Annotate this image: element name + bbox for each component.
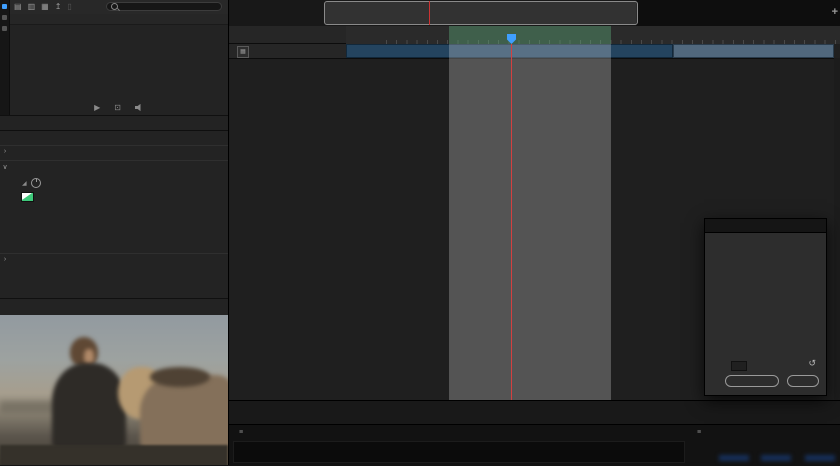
new-content-icon[interactable]: ▦ bbox=[41, 3, 49, 11]
navigator-move-icon[interactable]: + bbox=[832, 6, 838, 18]
clip-color-row bbox=[17, 192, 245, 202]
hue-input[interactable] bbox=[731, 361, 747, 371]
editor-toolbar bbox=[229, 26, 346, 44]
dialog-title bbox=[705, 219, 826, 233]
horse-mane bbox=[150, 367, 210, 387]
rail-icon-active[interactable] bbox=[2, 4, 7, 9]
export-icon[interactable]: ⊡ bbox=[114, 103, 121, 112]
levels-meter bbox=[233, 441, 685, 463]
gain-knob[interactable] bbox=[31, 178, 41, 188]
video-clip-tail[interactable] bbox=[673, 44, 834, 58]
import-icon[interactable]: ▥ bbox=[28, 3, 36, 11]
foreground-grass bbox=[0, 445, 228, 465]
man-body bbox=[52, 363, 126, 449]
video-track-row: ▦ bbox=[229, 44, 840, 59]
cancel-button[interactable] bbox=[725, 375, 779, 387]
video-track-header: ▦ bbox=[229, 44, 346, 58]
history-video-tabs bbox=[0, 298, 228, 316]
properties-panel: › ∨ ◢ › bbox=[0, 130, 228, 299]
search-icon bbox=[111, 3, 118, 10]
selection-view-panel: ≡ bbox=[697, 429, 837, 446]
preview-play-button[interactable]: ▶ bbox=[94, 103, 100, 112]
section-info[interactable]: › bbox=[0, 148, 228, 155]
chevron-right-icon: › bbox=[0, 148, 10, 155]
clip-gain-row: ◢ bbox=[18, 178, 246, 188]
bottom-panels: ≡ ≡ bbox=[229, 424, 840, 466]
upload-icon[interactable]: ↥ bbox=[55, 3, 62, 11]
selection-end-value bbox=[761, 455, 791, 461]
reset-icon[interactable]: ↺ bbox=[808, 358, 816, 369]
track-color-dialog: ↺ bbox=[704, 218, 827, 396]
panel-menu-icon[interactable]: ≡ bbox=[697, 429, 701, 436]
files-mini-transport: ▶ ⊡ bbox=[10, 101, 228, 114]
search-input[interactable] bbox=[106, 2, 222, 11]
vertical-scrollbar[interactable] bbox=[834, 58, 840, 400]
chevron-down-icon: ∨ bbox=[0, 163, 10, 171]
timeline-ruler[interactable] bbox=[346, 26, 840, 45]
navigator-playhead bbox=[429, 1, 430, 25]
film-icon[interactable]: ▦ bbox=[237, 46, 249, 58]
navigator-viewport[interactable] bbox=[324, 1, 638, 25]
files-panel: ▤ ▥ ▦ ↥ ▯ ▶ ⊡ bbox=[10, 0, 228, 115]
transport-bar bbox=[229, 400, 840, 425]
section-basic-settings[interactable]: ∨ bbox=[0, 163, 228, 171]
timeline-navigator[interactable]: + bbox=[229, 0, 840, 27]
open-folder-icon[interactable]: ▤ bbox=[14, 3, 22, 11]
ok-button[interactable] bbox=[787, 375, 819, 387]
delete-icon[interactable]: ▯ bbox=[67, 3, 71, 11]
section-stretch[interactable]: › bbox=[0, 256, 228, 263]
multitrack-editor: + ▦ ≡ ≡ bbox=[228, 0, 840, 465]
files-list bbox=[10, 24, 228, 100]
panel-menu-icon[interactable]: ≡ bbox=[239, 429, 243, 436]
panel-tabs bbox=[0, 115, 228, 131]
video-preview bbox=[0, 315, 228, 465]
files-toolbar: ▤ ▥ ▦ ↥ ▯ bbox=[10, 0, 228, 14]
ruler-selection-band bbox=[449, 26, 611, 44]
chevron-right-icon: › bbox=[0, 256, 10, 263]
rail-icon[interactable] bbox=[2, 26, 7, 31]
gain-ramp-icon: ◢ bbox=[22, 180, 27, 187]
selection-duration-value bbox=[805, 455, 835, 461]
video-clip[interactable] bbox=[346, 44, 673, 58]
tab-levels[interactable]: ≡ bbox=[235, 429, 243, 436]
rail-icon[interactable] bbox=[2, 15, 7, 20]
speaker-icon[interactable] bbox=[135, 104, 144, 112]
clip-color-swatch[interactable] bbox=[21, 192, 34, 202]
playhead-line bbox=[511, 44, 512, 400]
selection-start-value bbox=[719, 455, 749, 461]
